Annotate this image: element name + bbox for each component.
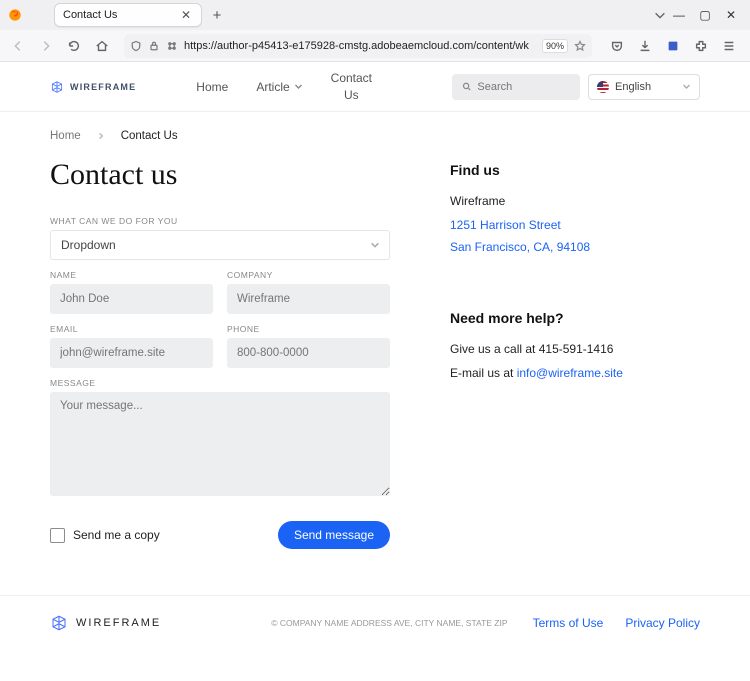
chevron-down-icon[interactable] [648, 3, 672, 27]
email-link[interactable]: info@wireframe.site [517, 366, 623, 380]
tab-bar: Contact Us ✕ + — ▢ ✕ [0, 0, 750, 30]
send-copy-checkbox[interactable]: Send me a copy [50, 528, 160, 543]
maximize-button[interactable]: ▢ [698, 8, 712, 22]
call-line: Give us a call at 415-591-1416 [450, 342, 700, 356]
permissions-icon [166, 40, 178, 52]
chevron-right-icon [97, 132, 105, 140]
phone-input[interactable] [227, 338, 390, 368]
main-nav: Home Article ContactUs [196, 72, 372, 101]
brand-cube-icon [50, 614, 68, 632]
site-footer: WIREFRAME © COMPANY NAME ADDRESS AVE, CI… [0, 595, 750, 662]
breadcrumb: Home Contact Us [50, 112, 700, 152]
chevron-down-icon [682, 82, 691, 91]
email-input[interactable] [50, 338, 213, 368]
account-icon[interactable] [662, 34, 684, 58]
company-input[interactable] [227, 284, 390, 314]
search-input[interactable] [477, 81, 570, 93]
breadcrumb-current: Contact Us [121, 130, 178, 142]
footer-copyright: © COMPANY NAME ADDRESS AVE, CITY NAME, S… [271, 618, 507, 628]
site-search[interactable] [452, 74, 580, 100]
app-menu-icon[interactable] [718, 34, 740, 58]
site-header: WIREFRAME Home Article ContactUs English [0, 62, 750, 112]
privacy-link[interactable]: Privacy Policy [625, 616, 700, 630]
name-input[interactable] [50, 284, 213, 314]
phone-number: 415-591-1416 [539, 342, 614, 356]
address-line2-link[interactable]: San Francisco, CA, 94108 [450, 240, 700, 254]
checkbox-label: Send me a copy [73, 528, 160, 542]
back-button[interactable] [6, 34, 30, 58]
zoom-badge[interactable]: 90% [542, 39, 568, 53]
contact-sidebar: Find us Wireframe 1251 Harrison Street S… [450, 152, 700, 549]
chevron-down-icon [294, 82, 303, 91]
footer-brand[interactable]: WIREFRAME [50, 614, 161, 632]
minimize-button[interactable]: — [672, 8, 686, 22]
downloads-icon[interactable] [634, 34, 656, 58]
company-name: Wireframe [450, 194, 700, 208]
url-text: https://author-p45413-e175928-cmstg.adob… [184, 40, 536, 52]
search-icon [462, 81, 471, 92]
label-email: EMAIL [50, 324, 213, 334]
flag-us-icon [597, 81, 609, 93]
shield-icon [130, 40, 142, 52]
topic-dropdown[interactable]: Dropdown [50, 230, 390, 260]
checkbox-box[interactable] [50, 528, 65, 543]
email-line: E-mail us at info@wireframe.site [450, 366, 700, 380]
new-tab-button[interactable]: + [206, 7, 228, 24]
pocket-icon[interactable] [606, 34, 628, 58]
close-window-button[interactable]: ✕ [724, 8, 738, 22]
window-controls: — ▢ ✕ [672, 8, 746, 22]
home-button[interactable] [90, 34, 114, 58]
find-us-heading: Find us [450, 162, 700, 178]
language-label: English [615, 81, 651, 93]
nav-article[interactable]: Article [256, 72, 302, 101]
breadcrumb-home[interactable]: Home [50, 130, 81, 142]
dropdown-value: Dropdown [50, 230, 390, 260]
firefox-logo-icon [4, 8, 26, 22]
nav-home[interactable]: Home [196, 72, 228, 101]
extensions-icon[interactable] [690, 34, 712, 58]
terms-link[interactable]: Terms of Use [533, 616, 604, 630]
brand-cube-icon [50, 80, 64, 94]
tab-close-icon[interactable]: ✕ [179, 8, 193, 22]
bookmark-star-icon[interactable] [574, 40, 586, 52]
address-line1-link[interactable]: 1251 Harrison Street [450, 218, 700, 232]
site-brand[interactable]: WIREFRAME [50, 80, 136, 94]
message-textarea[interactable] [50, 392, 390, 496]
contact-form: Contact us WHAT CAN WE DO FOR YOU Dropdo… [50, 152, 390, 549]
footer-links: Terms of Use Privacy Policy [533, 616, 700, 630]
forward-button[interactable] [34, 34, 58, 58]
brand-text: WIREFRAME [70, 82, 136, 92]
browser-chrome: Contact Us ✕ + — ▢ ✕ https://author-p454… [0, 0, 750, 62]
need-help-heading: Need more help? [450, 310, 700, 326]
reload-button[interactable] [62, 34, 86, 58]
label-what: WHAT CAN WE DO FOR YOU [50, 216, 390, 226]
address-bar[interactable]: https://author-p45413-e175928-cmstg.adob… [124, 34, 592, 58]
page-title: Contact us [50, 158, 390, 192]
label-company: COMPANY [227, 270, 390, 280]
label-phone: PHONE [227, 324, 390, 334]
tab-title: Contact Us [63, 9, 179, 21]
browser-tab[interactable]: Contact Us ✕ [54, 3, 202, 27]
lock-icon [148, 40, 160, 52]
label-message: MESSAGE [50, 378, 390, 388]
label-name: NAME [50, 270, 213, 280]
nav-contact[interactable]: ContactUs [331, 72, 372, 101]
send-message-button[interactable]: Send message [278, 521, 390, 549]
browser-toolbar: https://author-p45413-e175928-cmstg.adob… [0, 30, 750, 62]
page-viewport: WIREFRAME Home Article ContactUs English [0, 62, 750, 681]
language-selector[interactable]: English [588, 74, 700, 100]
